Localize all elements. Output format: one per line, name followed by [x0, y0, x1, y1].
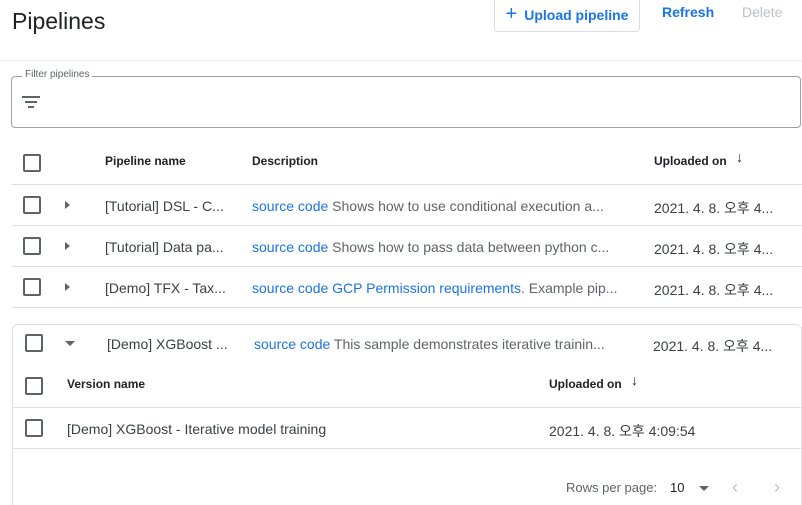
- column-header-version-uploaded[interactable]: Uploaded on: [549, 377, 622, 391]
- expand-arrow-icon[interactable]: [65, 283, 70, 291]
- column-header-name[interactable]: Pipeline name: [105, 154, 186, 168]
- arrow-down-icon[interactable]: ↓: [631, 372, 638, 388]
- version-header-divider: [13, 407, 801, 408]
- header-divider-line: [12, 184, 802, 185]
- pipeline-name[interactable]: [Tutorial] Data pa...: [105, 239, 235, 255]
- refresh-button[interactable]: Refresh: [662, 4, 714, 20]
- pipeline-description: source code GCP Permission requirements.…: [252, 280, 637, 296]
- select-all-versions-checkbox[interactable]: [25, 377, 43, 395]
- pipeline-name[interactable]: [Demo] XGBoost ...: [107, 336, 237, 352]
- upload-pipeline-button[interactable]: + Upload pipeline: [494, 0, 640, 32]
- chevron-right-icon[interactable]: ›: [774, 477, 780, 498]
- select-all-checkbox[interactable]: [23, 154, 41, 172]
- page-title: Pipelines: [12, 8, 106, 34]
- gcp-permission-link[interactable]: GCP Permission requirements: [332, 280, 521, 296]
- filter-label: Filter pipelines: [22, 69, 93, 80]
- rows-per-page-value: 10: [670, 480, 685, 495]
- rows-per-page-label: Rows per page:: [566, 480, 658, 495]
- row-checkbox[interactable]: [23, 237, 41, 255]
- uploaded-on: 2021. 4. 8. 오후 4...: [653, 338, 773, 354]
- uploaded-on: 2021. 4. 8. 오후 4...: [654, 200, 774, 216]
- description-text: Shows how to use conditional execution a…: [328, 198, 604, 214]
- uploaded-on: 2021. 4. 8. 오후 4...: [654, 241, 774, 257]
- filter-list-icon: [22, 96, 40, 110]
- plus-icon: +: [505, 2, 518, 25]
- pipeline-name[interactable]: [Demo] TFX - Tax...: [105, 280, 235, 296]
- expand-arrow-icon[interactable]: [65, 201, 70, 209]
- column-header-uploaded-label: Uploaded on: [654, 154, 727, 168]
- description-text: Shows how to pass data between python c.…: [328, 239, 610, 255]
- row-divider: [12, 307, 802, 308]
- version-uploaded-on: 2021. 4. 8. 오후 4:09:54: [549, 423, 696, 439]
- rows-per-page-select[interactable]: 10: [670, 480, 684, 495]
- row-divider: [12, 225, 802, 226]
- filter-input[interactable]: [11, 76, 801, 128]
- collapse-arrow-icon[interactable]: [65, 341, 75, 346]
- version-name[interactable]: [Demo] XGBoost - Iterative model trainin…: [67, 421, 487, 437]
- caret-down-icon[interactable]: [699, 486, 709, 491]
- row-checkbox[interactable]: [25, 334, 43, 352]
- pipeline-name[interactable]: [Tutorial] DSL - C...: [105, 198, 235, 214]
- arrow-down-icon[interactable]: ↓: [736, 149, 743, 165]
- description-text: This sample demonstrates iterative train…: [330, 336, 605, 352]
- source-code-link[interactable]: source code: [252, 280, 328, 296]
- uploaded-on: 2021. 4. 8. 오후 4...: [654, 282, 774, 298]
- chevron-left-icon[interactable]: ‹: [732, 477, 738, 498]
- pipeline-description: source code Shows how to pass data betwe…: [252, 239, 637, 255]
- source-code-link[interactable]: source code: [252, 239, 328, 255]
- description-text: . Example pip...: [520, 280, 618, 296]
- pipeline-description: source code Shows how to use conditional…: [252, 198, 637, 214]
- version-row-divider: [13, 448, 801, 449]
- row-checkbox[interactable]: [23, 196, 41, 214]
- column-header-uploaded[interactable]: Uploaded on: [654, 154, 727, 168]
- row-checkbox[interactable]: [23, 278, 41, 296]
- source-code-link[interactable]: source code: [254, 336, 330, 352]
- column-header-description: Description: [252, 154, 319, 168]
- delete-button[interactable]: Delete: [742, 4, 782, 20]
- source-code-link[interactable]: source code: [252, 198, 328, 214]
- pipeline-description: source code This sample demonstrates ite…: [254, 336, 632, 352]
- row-divider: [12, 266, 802, 267]
- version-row-checkbox[interactable]: [25, 419, 43, 437]
- upload-pipeline-label: Upload pipeline: [524, 6, 629, 23]
- expand-arrow-icon[interactable]: [65, 242, 70, 250]
- column-header-version-name[interactable]: Version name: [67, 377, 145, 391]
- header-divider: [0, 60, 802, 61]
